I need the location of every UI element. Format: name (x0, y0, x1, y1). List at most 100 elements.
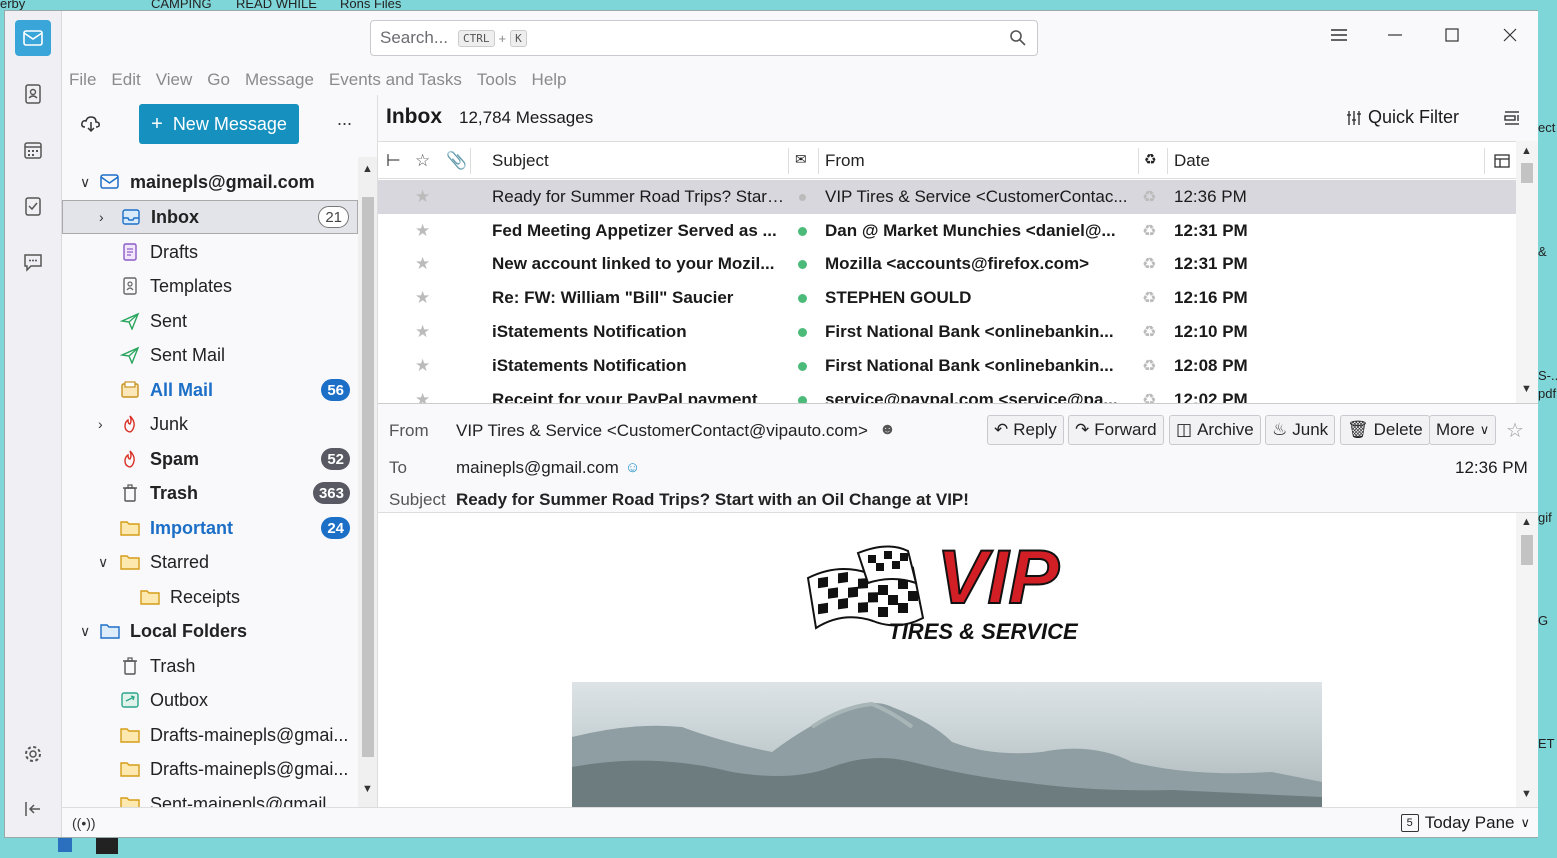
message-row[interactable]: ★ Re: FW: William "Bill" Saucier STEPHEN… (378, 281, 1516, 315)
menu-file[interactable]: File (69, 70, 96, 90)
menu-edit[interactable]: Edit (111, 70, 140, 90)
star-icon[interactable]: ★ (415, 322, 430, 342)
account-local-folders[interactable]: ∨ Local Folders (62, 614, 358, 648)
message-row[interactable]: ★ Receipt for your PayPal payment servic… (378, 383, 1516, 403)
get-messages-icon[interactable] (80, 113, 102, 135)
menu-message[interactable]: Message (245, 70, 314, 90)
app-menu-button[interactable] (1324, 25, 1354, 48)
desktop-icon-label[interactable]: gif (1538, 510, 1552, 525)
folder-drafts[interactable]: Drafts (62, 235, 358, 269)
archive-button[interactable]: ◫ Archive (1169, 415, 1261, 445)
forward-button[interactable]: ↷ Forward (1068, 415, 1164, 445)
junk-status-icon[interactable]: ♻ (1142, 187, 1156, 207)
chevron-down-icon[interactable]: ∨ (80, 623, 90, 640)
folder-pane-scrollbar[interactable]: ▲ ▼ (358, 157, 377, 807)
taskbar-shortcut-icon[interactable] (58, 838, 72, 852)
column-picker-icon[interactable] (1494, 153, 1510, 169)
subject-column-header[interactable]: Subject (492, 151, 549, 171)
minimize-button[interactable] (1380, 25, 1410, 48)
folder-sent[interactable]: Sent (62, 304, 358, 338)
close-button[interactable] (1495, 25, 1525, 48)
scroll-down-icon[interactable]: ▼ (362, 783, 373, 795)
desktop-icon-label[interactable]: pdf (1538, 386, 1556, 401)
read-status-dot[interactable] (799, 194, 806, 201)
quick-filter-button[interactable]: Quick Filter (1346, 107, 1459, 128)
star-icon[interactable]: ☆ (1506, 418, 1524, 443)
chevron-down-icon[interactable]: ∨ (80, 174, 90, 191)
junk-status-icon[interactable]: ♻ (1142, 322, 1156, 342)
folder-local-drafts-2[interactable]: Drafts-mainepls@gmai... (62, 752, 358, 786)
folder-receipts[interactable]: Receipts (62, 580, 358, 614)
junk-status-icon[interactable]: ♻ (1142, 356, 1156, 376)
scroll-up-icon[interactable]: ▲ (1521, 516, 1532, 528)
address-book-button[interactable] (15, 76, 51, 112)
folder-important[interactable]: Important 24 (62, 511, 358, 545)
junk-button[interactable]: ♨ Junk (1265, 415, 1336, 445)
folder-local-sent[interactable]: Sent-mainepls@gmail.... (62, 787, 358, 807)
folder-starred[interactable]: ∨ Starred (62, 545, 358, 579)
scroll-down-icon[interactable]: ▼ (1521, 383, 1532, 395)
folder-junk[interactable]: › Junk (62, 407, 358, 441)
menu-events-tasks[interactable]: Events and Tasks (329, 70, 462, 90)
taskbar-app-icon[interactable] (96, 838, 118, 854)
more-button[interactable]: More ∨ (1429, 415, 1497, 445)
delete-button[interactable]: 🗑 Delete (1340, 415, 1430, 445)
junk-status-icon[interactable]: ♻ (1142, 288, 1156, 308)
search-input[interactable]: Search... CTRL + K (370, 20, 1038, 56)
folder-all-mail[interactable]: All Mail 56 (62, 373, 358, 407)
menu-tools[interactable]: Tools (477, 70, 517, 90)
unread-status-dot[interactable] (798, 396, 807, 403)
from-value[interactable]: VIP Tires & Service <CustomerContact@vip… (456, 421, 868, 441)
junk-status-icon[interactable]: ♻ (1142, 254, 1156, 274)
attachment-column-icon[interactable]: 📎 (446, 151, 467, 171)
address-book-contact-icon[interactable]: ☺ (625, 459, 640, 476)
scroll-down-icon[interactable]: ▼ (1521, 788, 1532, 800)
unread-column-icon[interactable]: ✉ (795, 151, 807, 168)
today-pane-button[interactable]: 5 Today Pane ∨ (1400, 813, 1530, 833)
star-icon[interactable]: ★ (415, 187, 430, 207)
chevron-right-icon[interactable]: › (99, 209, 104, 225)
message-row[interactable]: ★ iStatements Notification First Nationa… (378, 349, 1516, 383)
unread-status-dot[interactable] (798, 328, 807, 337)
message-row[interactable]: ★ iStatements Notification First Nationa… (378, 315, 1516, 349)
desktop-icon-label[interactable]: ET (1538, 736, 1555, 751)
folder-outbox[interactable]: Outbox (62, 683, 358, 717)
message-list-scrollbar[interactable]: ▲ ▼ (1516, 141, 1538, 403)
menu-help[interactable]: Help (532, 70, 567, 90)
scrollbar-thumb[interactable] (362, 197, 374, 757)
contact-icon[interactable]: ☻ (879, 421, 896, 439)
chevron-right-icon[interactable]: › (98, 416, 103, 432)
message-row[interactable]: ★ Fed Meeting Appetizer Served as ... Da… (378, 214, 1516, 248)
folder-sent-mail[interactable]: Sent Mail (62, 338, 358, 372)
desktop-icon-label[interactable]: ect (1538, 120, 1555, 135)
star-icon[interactable]: ★ (415, 254, 430, 274)
folder-templates[interactable]: Templates (62, 269, 358, 303)
chevron-down-icon[interactable]: ∨ (98, 554, 108, 571)
unread-status-dot[interactable] (798, 362, 807, 371)
reply-button[interactable]: ↶ Reply (987, 415, 1064, 445)
folder-local-trash[interactable]: Trash (62, 649, 358, 683)
folder-trash[interactable]: Trash 363 (62, 476, 358, 510)
scrollbar-thumb[interactable] (1521, 535, 1533, 565)
online-status-icon[interactable]: ((•)) (72, 815, 96, 831)
star-icon[interactable]: ★ (415, 221, 430, 241)
junk-status-icon[interactable]: ♻ (1142, 221, 1156, 241)
star-icon[interactable]: ★ (415, 390, 430, 403)
date-column-header[interactable]: Date (1174, 151, 1210, 171)
unread-status-dot[interactable] (798, 294, 807, 303)
star-column-icon[interactable]: ☆ (415, 151, 430, 171)
from-column-header[interactable]: From (825, 151, 865, 171)
message-row[interactable]: ★ New account linked to your Mozil... Mo… (378, 247, 1516, 281)
desktop-icon-label[interactable]: S-.. (1538, 368, 1557, 383)
to-value[interactable]: mainepls@gmail.com (456, 458, 619, 478)
desktop-icon-label[interactable]: & (1538, 244, 1547, 259)
message-body-scrollbar[interactable]: ▲ ▼ (1516, 513, 1538, 807)
star-icon[interactable]: ★ (415, 356, 430, 376)
hero-image[interactable] (572, 682, 1322, 807)
folder-pane-options-button[interactable]: ... (337, 109, 352, 130)
calendar-button[interactable] (15, 132, 51, 168)
folder-local-drafts-1[interactable]: Drafts-mainepls@gmai... (62, 718, 358, 752)
junk-status-icon[interactable]: ♻ (1142, 390, 1156, 403)
folder-inbox[interactable]: › Inbox 21 (62, 200, 358, 234)
message-row[interactable]: ★ Ready for Summer Road Trips? Start ...… (378, 180, 1516, 214)
